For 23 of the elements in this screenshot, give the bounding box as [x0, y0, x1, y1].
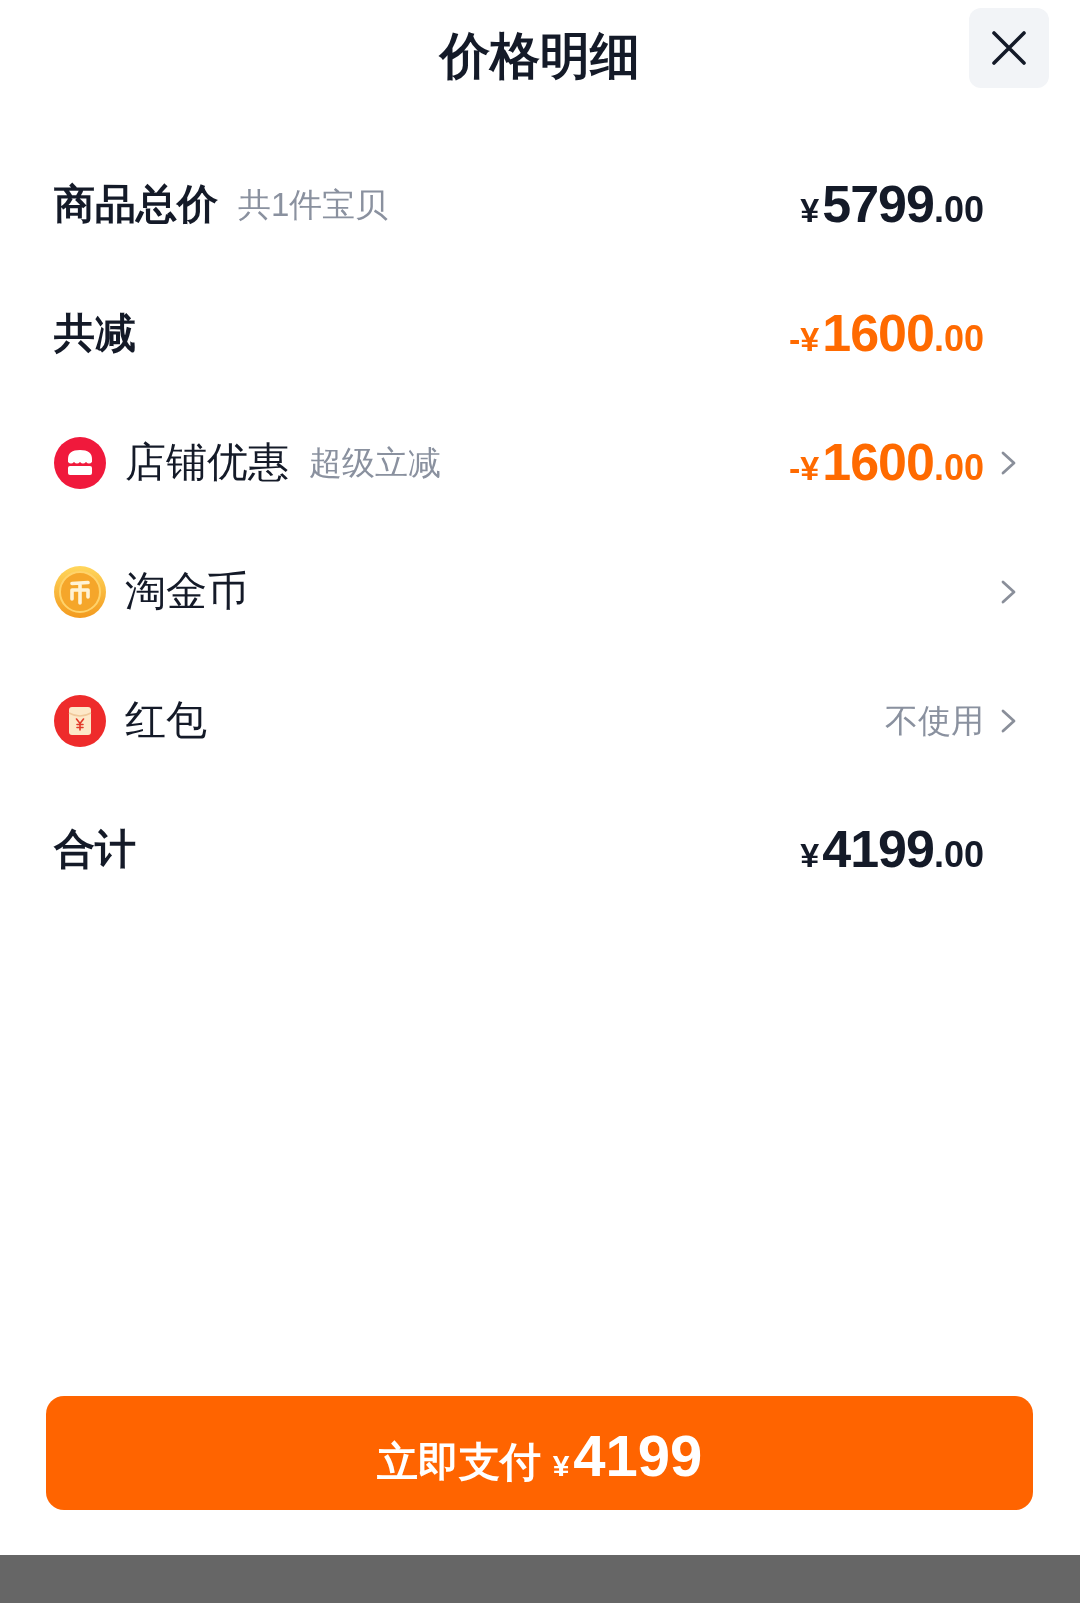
price-text: -¥1600.00	[789, 304, 984, 363]
price-text: ¥5799.00	[800, 175, 984, 234]
price-text: -¥1600.00	[789, 433, 984, 492]
sheet-title: 价格明细	[440, 27, 640, 86]
close-button[interactable]	[969, 8, 1049, 88]
chevron-right-icon[interactable]	[1001, 450, 1016, 475]
price-text: ¥4199.00	[800, 820, 984, 879]
note-text: 超级立减	[309, 442, 441, 483]
option-label: 淘金币	[125, 566, 248, 616]
summary-label: 商品总价	[54, 179, 218, 229]
note-text: 共1件宝贝	[238, 184, 389, 225]
coin-icon	[54, 565, 106, 618]
option-label: 店铺优惠	[125, 437, 289, 487]
money-envelope-icon	[54, 694, 106, 747]
close-icon	[991, 30, 1027, 66]
option-value: 不使用	[885, 700, 984, 741]
chevron-right-icon[interactable]	[1001, 708, 1016, 733]
chevron-right-icon[interactable]	[1001, 579, 1016, 604]
summary-label: 共减	[54, 308, 136, 358]
summary-label: 合计	[54, 824, 136, 874]
store-icon	[54, 436, 106, 489]
pay-button[interactable]: 立即支付 ¥4199	[46, 1396, 1033, 1510]
option-label: 红包	[125, 695, 207, 745]
